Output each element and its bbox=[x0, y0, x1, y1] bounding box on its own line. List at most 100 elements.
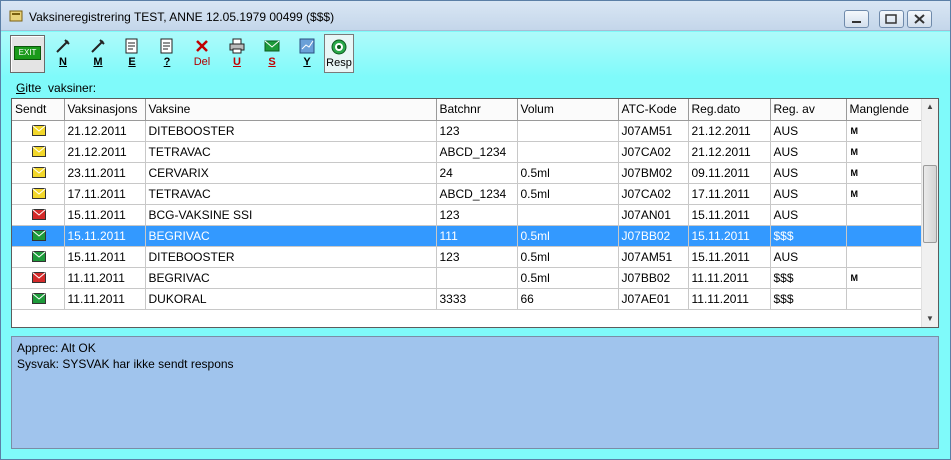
vaccine-table: Sendt Vaksinasjons Vaksine Batchnr Volum… bbox=[11, 98, 939, 328]
toolbar-label-s: S bbox=[268, 56, 276, 68]
column-header-reg-av[interactable]: Reg. av bbox=[770, 99, 847, 121]
table-row[interactable]: 21.12.2011 DITEBOOSTER 123 J07AM51 21.12.201… bbox=[12, 120, 923, 142]
envelope-red-icon bbox=[32, 272, 47, 283]
minimize-button[interactable] bbox=[844, 10, 869, 28]
envelope-yellow-icon bbox=[32, 125, 47, 136]
table-row[interactable]: 15.11.2011 DITEBOOSTER 123 0.5ml J07AM51 15.1… bbox=[12, 246, 923, 268]
cell-date: 15.11.2011 bbox=[64, 225, 146, 247]
cell-vaccine: DITEBOOSTER bbox=[145, 120, 437, 142]
status-line-sysvak: Sysvak: SYSVAK har ikke sendt respons bbox=[17, 357, 234, 371]
envelope-yellow-icon bbox=[32, 188, 47, 199]
cell-vaccine: TETRAVAC bbox=[145, 183, 437, 205]
cell-vaccine: DUKORAL bbox=[145, 288, 437, 310]
toolbar-label-u: U bbox=[233, 56, 241, 68]
document-edit-icon bbox=[125, 38, 138, 54]
cell-reg-by: AUS bbox=[770, 183, 847, 205]
cell-reg-date: 11.11.2011 bbox=[688, 288, 771, 310]
cell-reg-date: 09.11.2011 bbox=[688, 162, 771, 184]
table-row[interactable]: 15.11.2011 BCG-VAKSINE SSI 123 J07AN01 15.11… bbox=[12, 204, 923, 226]
cell-atc: J07AE01 bbox=[618, 288, 689, 310]
column-header-batchnr[interactable]: Batchnr bbox=[436, 99, 518, 121]
app-icon bbox=[9, 10, 23, 22]
toolbar-label-y: Y bbox=[303, 56, 311, 68]
table-row[interactable]: 11.11.2011 BEGRIVAC 0.5ml J07BB02 11.11.2011… bbox=[12, 267, 923, 289]
cell-volume bbox=[517, 204, 619, 226]
cell-reg-date: 17.11.2011 bbox=[688, 183, 771, 205]
toolbar-button-n[interactable]: N bbox=[48, 35, 78, 73]
table-row[interactable]: 11.11.2011 DUKORAL 3333 66 J07AE01 11.11.2011… bbox=[12, 288, 923, 310]
envelope-yellow-icon bbox=[32, 146, 47, 157]
document-help-icon bbox=[160, 38, 173, 54]
toolbar-button-help[interactable]: ? bbox=[152, 35, 182, 73]
column-header-reg-dato[interactable]: Reg.dato bbox=[688, 99, 771, 121]
cell-date: 15.11.2011 bbox=[64, 204, 146, 226]
cell-volume: 0.5ml bbox=[517, 267, 619, 289]
cell-batch: 3333 bbox=[436, 288, 518, 310]
sent-status-cell bbox=[12, 120, 65, 142]
cell-missing bbox=[846, 246, 923, 268]
maximize-button[interactable] bbox=[879, 10, 904, 28]
toolbar-button-s[interactable]: S bbox=[257, 35, 287, 73]
column-header-vaksine[interactable]: Vaksine bbox=[145, 99, 437, 121]
cell-date: 15.11.2011 bbox=[64, 246, 146, 268]
cell-atc: J07BB02 bbox=[618, 225, 689, 247]
toolbar-button-m[interactable]: M bbox=[83, 35, 113, 73]
envelope-red-icon bbox=[32, 209, 47, 220]
column-header-atc-kode[interactable]: ATC-Kode bbox=[618, 99, 689, 121]
cell-reg-date: 21.12.2011 bbox=[688, 141, 771, 163]
scrollbar-thumb[interactable] bbox=[923, 165, 937, 243]
toolbar-label-m: M bbox=[93, 56, 103, 68]
scroll-up-icon[interactable]: ▲ bbox=[922, 99, 938, 115]
table-header: Sendt Vaksinasjons Vaksine Batchnr Volum… bbox=[12, 99, 923, 121]
resp-label: Resp bbox=[326, 57, 352, 69]
cell-atc: J07BM02 bbox=[618, 162, 689, 184]
table-row[interactable]: 21.12.2011 TETRAVAC ABCD_1234 J07CA02 21.12.… bbox=[12, 141, 923, 163]
cell-vaccine: BEGRIVAC bbox=[145, 267, 437, 289]
column-header-volum[interactable]: Volum bbox=[517, 99, 619, 121]
exit-button[interactable]: EXIT bbox=[10, 35, 45, 73]
cell-missing: M bbox=[846, 267, 923, 289]
cell-batch: 123 bbox=[436, 204, 518, 226]
resp-button[interactable]: Resp bbox=[324, 34, 354, 73]
column-header-vaksinasjons[interactable]: Vaksinasjons bbox=[64, 99, 146, 121]
window-title: Vaksineregistrering TEST, ANNE 12.05.197… bbox=[29, 10, 335, 24]
table-row[interactable]: 23.11.2011 CERVARIX 24 0.5ml J07BM02 09.11.20… bbox=[12, 162, 923, 184]
table-row[interactable]: 17.11.2011 TETRAVAC ABCD_1234 0.5ml J07CA02 1… bbox=[12, 183, 923, 205]
sent-status-cell bbox=[12, 183, 65, 205]
toolbar-label-help: ? bbox=[163, 56, 171, 68]
scroll-down-icon[interactable]: ▼ bbox=[922, 311, 938, 327]
close-button[interactable] bbox=[907, 10, 932, 28]
toolbar-button-del[interactable]: Del bbox=[187, 35, 217, 73]
cell-reg-date: 15.11.2011 bbox=[688, 204, 771, 226]
cell-reg-by: $$$ bbox=[770, 225, 847, 247]
title-bar: Vaksineregistrering TEST, ANNE 12.05.197… bbox=[1, 1, 950, 31]
envelope-yellow-icon bbox=[32, 167, 47, 178]
envelope-green-icon bbox=[32, 251, 47, 262]
column-header-manglende[interactable]: Manglende bbox=[846, 99, 923, 121]
cell-reg-by: $$$ bbox=[770, 267, 847, 289]
cell-vaccine: BCG-VAKSINE SSI bbox=[145, 204, 437, 226]
toolbar-button-e[interactable]: E bbox=[117, 35, 147, 73]
printer-icon bbox=[229, 38, 245, 54]
toolbar-button-y[interactable]: Y bbox=[292, 35, 322, 73]
cell-vaccine: TETRAVAC bbox=[145, 141, 437, 163]
cell-reg-by: AUS bbox=[770, 120, 847, 142]
sent-status-cell bbox=[12, 267, 65, 289]
cell-batch: ABCD_1234 bbox=[436, 183, 518, 205]
column-header-sendt[interactable]: Sendt bbox=[12, 99, 65, 121]
vertical-scrollbar[interactable]: ▲ ▼ bbox=[921, 99, 938, 327]
cell-volume: 0.5ml bbox=[517, 225, 619, 247]
minimize-icon bbox=[852, 21, 861, 23]
cell-reg-by: $$$ bbox=[770, 288, 847, 310]
sent-status-cell bbox=[12, 246, 65, 268]
toolbar-button-u[interactable]: U bbox=[222, 35, 252, 73]
target-icon bbox=[331, 39, 347, 55]
cell-batch: ABCD_1234 bbox=[436, 141, 518, 163]
cell-missing: M bbox=[846, 183, 923, 205]
cell-batch: 24 bbox=[436, 162, 518, 184]
cell-reg-date: 21.12.2011 bbox=[688, 120, 771, 142]
cell-missing bbox=[846, 225, 923, 247]
cell-date: 11.11.2011 bbox=[64, 267, 146, 289]
table-row[interactable]: 15.11.2011 BEGRIVAC 111 0.5ml J07BB02 15.11.2… bbox=[12, 225, 923, 247]
cell-missing: M bbox=[846, 141, 923, 163]
